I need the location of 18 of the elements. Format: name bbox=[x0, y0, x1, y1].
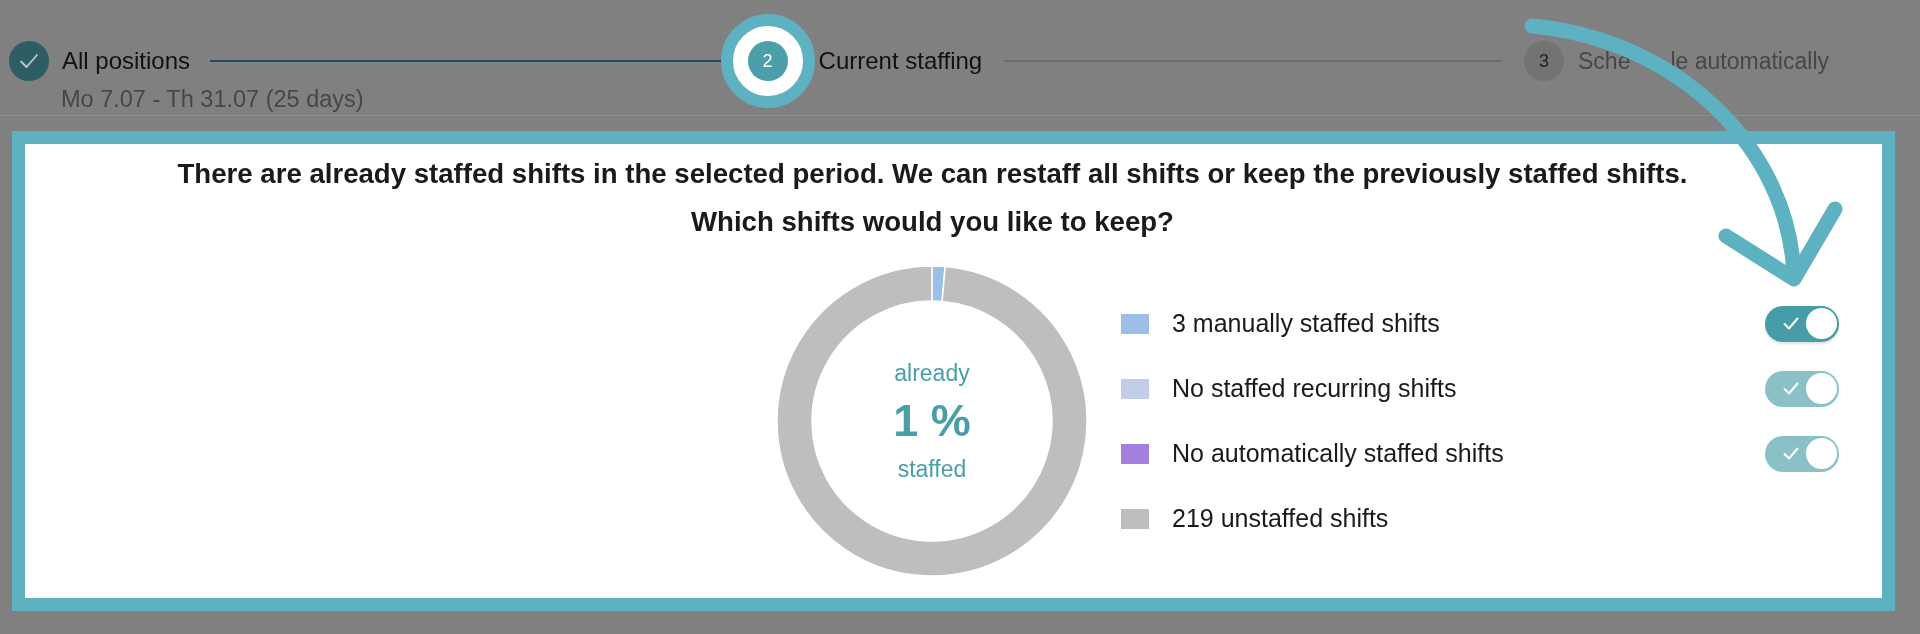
keep-toggle[interactable] bbox=[1765, 305, 1839, 342]
step-label: All positions bbox=[62, 47, 191, 75]
legend-label: No staffed recurring shifts bbox=[1172, 374, 1457, 403]
percent-value: 1 % bbox=[893, 395, 971, 447]
prompt-text: There are already staffed shifts in the selected period. We can restaff all shifts or keep the previously staffed shifts. bbox=[176, 157, 1689, 191]
chart-caption: staffed bbox=[897, 455, 967, 484]
step-label: Sche bbox=[1578, 47, 1631, 75]
legend-label: No automatically staffed shifts bbox=[1172, 439, 1504, 468]
prompt-text: Which shifts would you like to keep? bbox=[690, 205, 1175, 239]
step-label: Current staffing bbox=[818, 47, 983, 75]
legend-label: 219 unstaffed shifts bbox=[1172, 504, 1389, 533]
date-range: Mo 7.07 - Th 31.07 (25 days) bbox=[61, 86, 364, 112]
check-icon bbox=[1783, 447, 1799, 460]
check-icon bbox=[1783, 317, 1799, 330]
check-icon bbox=[1783, 382, 1799, 395]
chart-caption: already bbox=[894, 359, 970, 388]
legend-label: 3 manually staffed shifts bbox=[1172, 309, 1440, 338]
step-number: 3 bbox=[1524, 41, 1565, 81]
